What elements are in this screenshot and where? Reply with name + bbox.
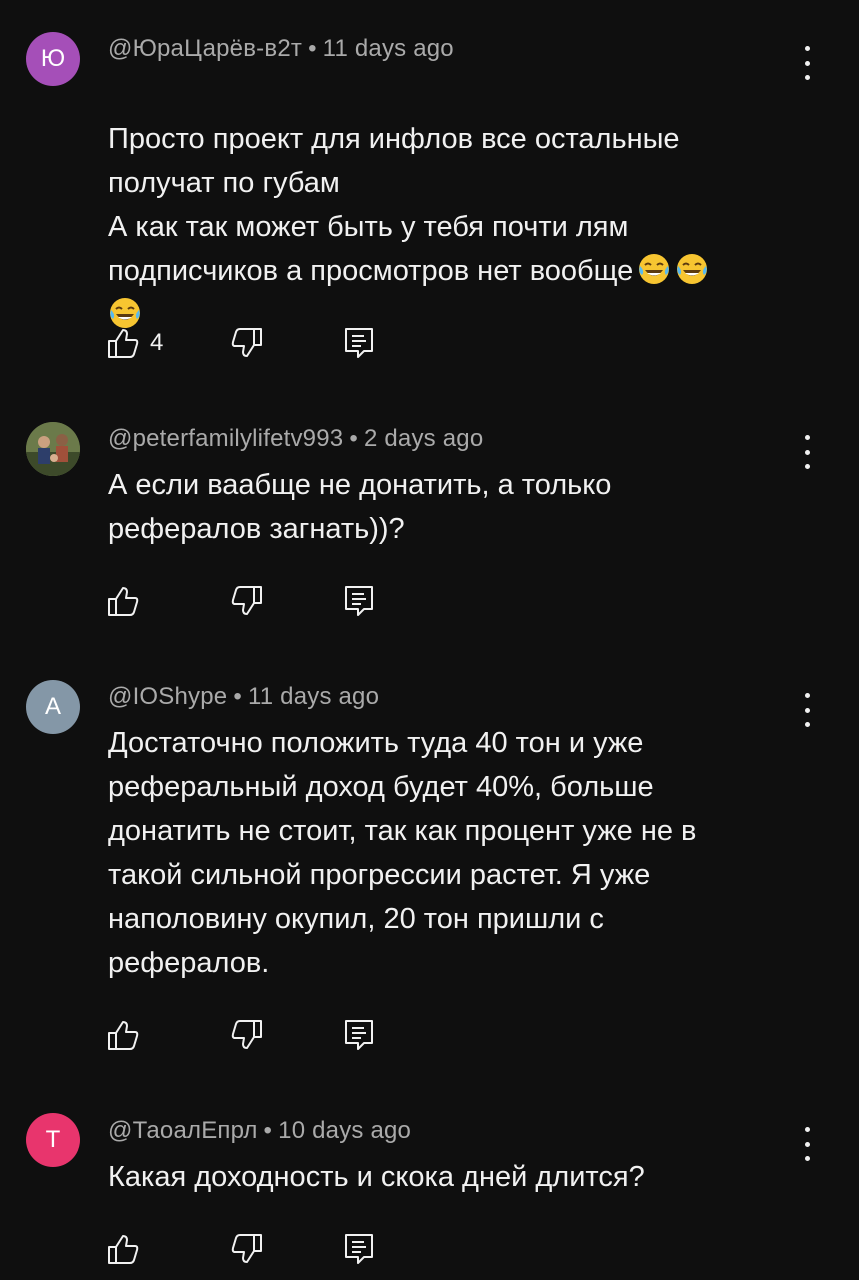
comment-time[interactable]: 2 days ago bbox=[364, 425, 483, 452]
like-button[interactable] bbox=[106, 583, 140, 619]
comment-time[interactable]: 11 days ago bbox=[248, 683, 379, 710]
comment-author[interactable]: @ЮраЦарёв-в2т bbox=[108, 35, 302, 62]
thumbs-up-icon bbox=[108, 1235, 139, 1264]
reply-comment-icon bbox=[345, 1234, 373, 1264]
comment-meta: @ТаоалЕпрл • 10 days ago bbox=[108, 1117, 412, 1144]
avatar[interactable]: T bbox=[26, 1113, 80, 1167]
avatar-letter: Ю bbox=[40, 45, 66, 72]
avatar[interactable]: Ю bbox=[26, 32, 80, 86]
comment-meta: @IOShype • 11 days ago bbox=[108, 683, 380, 710]
reply-comment-icon bbox=[345, 586, 373, 616]
avatar[interactable]: A bbox=[26, 680, 80, 734]
thumbs-down-icon bbox=[231, 1234, 262, 1263]
comment-time[interactable]: 11 days ago bbox=[323, 35, 454, 62]
avatar-photo bbox=[26, 422, 80, 476]
like-count: 4 bbox=[150, 329, 164, 356]
avatar-letter: T bbox=[45, 1126, 61, 1153]
avatar-letter: A bbox=[44, 693, 61, 720]
reply-button[interactable] bbox=[342, 583, 376, 619]
thumbs-down-icon bbox=[231, 328, 262, 357]
thumbs-down-icon bbox=[231, 586, 262, 615]
comment-meta: @ЮраЦарёв-в2т • 11 days ago bbox=[108, 35, 454, 62]
avatar[interactable] bbox=[26, 422, 80, 476]
comment-text: Просто проект для инфлов все остальные п… bbox=[108, 73, 808, 337]
reply-button[interactable] bbox=[342, 1231, 376, 1267]
thumbs-up-icon bbox=[108, 1021, 139, 1050]
comment-text: Достаточно положить туда 40 тон и уже ре… bbox=[108, 727, 697, 979]
reply-button[interactable] bbox=[342, 1017, 376, 1053]
reply-comment-icon bbox=[345, 328, 373, 358]
comment-text: А если ваабще не донатить, а только рефе… bbox=[108, 469, 612, 545]
like-button[interactable]: 4 bbox=[106, 325, 163, 361]
tears-of-joy-emoji bbox=[637, 252, 671, 286]
thumbs-up-icon bbox=[108, 587, 139, 616]
like-button[interactable] bbox=[106, 1231, 140, 1267]
comment-meta: @peterfamilylifetv993 • 2 days ago bbox=[108, 425, 484, 452]
reply-button[interactable] bbox=[342, 325, 376, 361]
tears-of-joy-emoji bbox=[675, 252, 709, 286]
comment-author[interactable]: @peterfamilylifetv993 bbox=[108, 425, 343, 452]
dislike-button[interactable] bbox=[230, 325, 264, 361]
reply-comment-icon bbox=[345, 1020, 373, 1050]
comment-text: Какая доходность и скока дней длится? bbox=[108, 1161, 645, 1193]
comment-time[interactable]: 10 days ago bbox=[278, 1117, 411, 1144]
dislike-button[interactable] bbox=[230, 1231, 264, 1267]
comment-author[interactable]: @ТаоалЕпрл bbox=[108, 1117, 258, 1144]
dislike-button[interactable] bbox=[230, 1017, 264, 1053]
thumbs-down-icon bbox=[231, 1020, 262, 1049]
thumbs-up-icon bbox=[108, 329, 139, 358]
comment-author[interactable]: @IOShype bbox=[108, 683, 227, 710]
comment-text-content: Просто проект для инфлов все остальные п… bbox=[108, 123, 680, 287]
like-button[interactable] bbox=[106, 1017, 140, 1053]
dislike-button[interactable] bbox=[230, 583, 264, 619]
